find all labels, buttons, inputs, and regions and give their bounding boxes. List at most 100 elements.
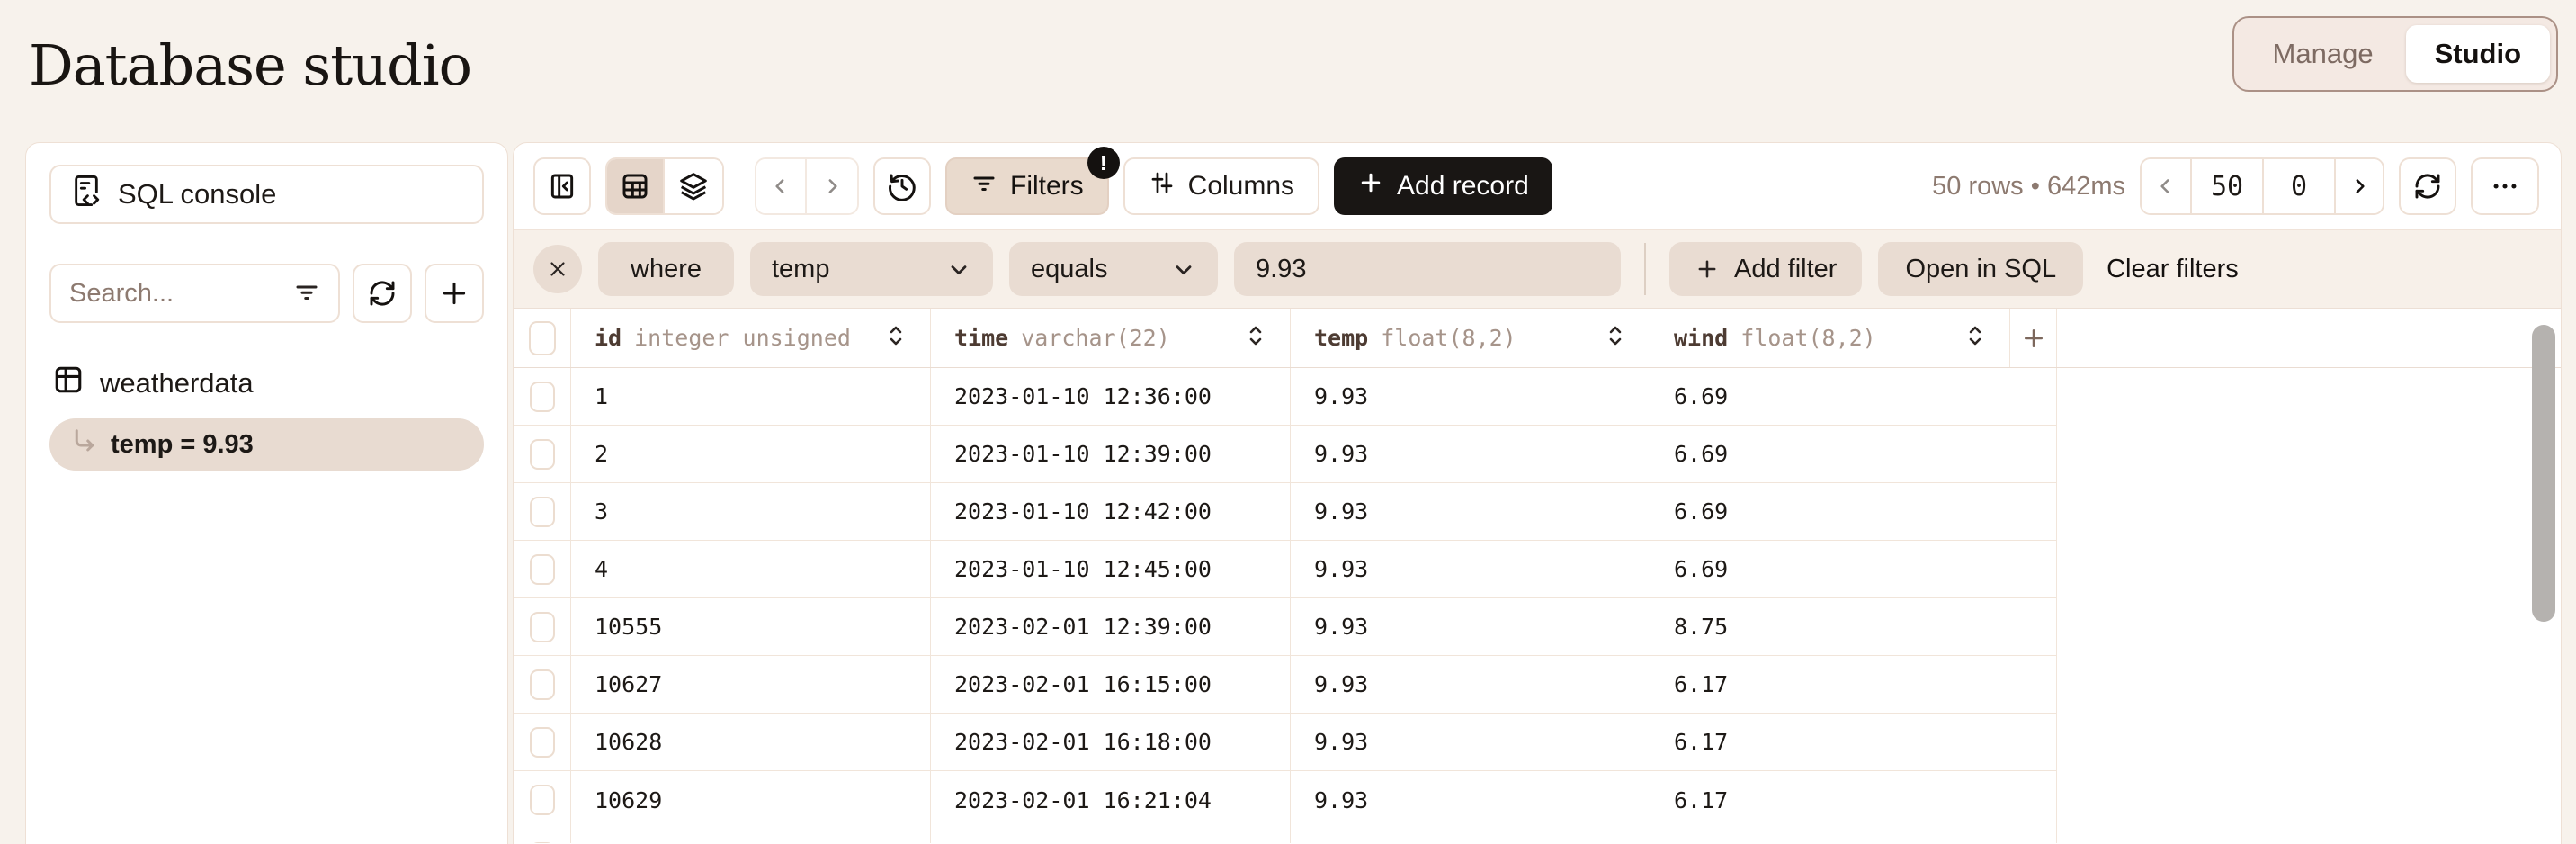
page-title: Database studio bbox=[29, 32, 471, 98]
divider bbox=[1644, 243, 1646, 295]
filter-column-select[interactable]: temp bbox=[750, 242, 993, 296]
cell-wind[interactable]: 6.17 bbox=[1650, 771, 2010, 829]
cell-time[interactable]: 2023-02-01 16:18:00 bbox=[931, 714, 1291, 770]
cell-wind[interactable]: 6.17 bbox=[1650, 714, 2010, 770]
manage-tab[interactable]: Manage bbox=[2241, 38, 2406, 70]
cell-id[interactable]: 3 bbox=[571, 483, 931, 540]
cell-wind[interactable]: 6.69 bbox=[1650, 541, 2010, 597]
more-options-button[interactable] bbox=[2471, 157, 2539, 215]
row-checkbox[interactable] bbox=[530, 554, 555, 585]
next-page-button[interactable] bbox=[2334, 159, 2383, 213]
sort-icon[interactable] bbox=[1605, 322, 1626, 355]
cell-wind[interactable]: 6.69 bbox=[1650, 426, 2010, 482]
table-name-label: weatherdata bbox=[100, 367, 254, 400]
layers-view-button[interactable] bbox=[665, 159, 722, 213]
cell-time[interactable]: 2023-01-10 12:39:00 bbox=[931, 426, 1291, 482]
back-button[interactable] bbox=[756, 159, 807, 213]
active-filter-pill[interactable]: temp = 9.93 bbox=[49, 418, 484, 471]
table-row[interactable]: 10627 2023-02-01 16:15:00 9.93 6.17 bbox=[514, 656, 2056, 714]
cell-time[interactable]: 2023-02-01 16:15:00 bbox=[931, 656, 1291, 713]
open-in-sql-button[interactable]: Open in SQL bbox=[1878, 242, 2083, 296]
column-header[interactable]: id integer unsigned bbox=[571, 309, 931, 367]
cell-time[interactable]: 2023-02-01 16:21:04 bbox=[931, 771, 1291, 829]
cell-time[interactable]: 2023-01-10 12:45:00 bbox=[931, 541, 1291, 597]
filter-operator-value: equals bbox=[1031, 255, 1107, 284]
column-name: temp bbox=[1314, 325, 1368, 351]
page-offset-input[interactable]: 0 bbox=[2262, 159, 2334, 213]
cell-wind[interactable]: 6.69 bbox=[1650, 368, 2010, 425]
row-count-status: 50 rows • 642ms bbox=[1932, 172, 2125, 202]
cell-temp[interactable]: 9.93 bbox=[1291, 771, 1650, 829]
columns-button[interactable]: Columns bbox=[1123, 157, 1319, 215]
column-header[interactable]: time varchar(22) bbox=[931, 309, 1291, 367]
cell-id[interactable]: 10627 bbox=[571, 656, 931, 713]
row-checkbox[interactable] bbox=[530, 382, 555, 412]
filter-operator-select[interactable]: equals bbox=[1009, 242, 1218, 296]
add-column-button[interactable] bbox=[2010, 309, 2057, 367]
history-button[interactable] bbox=[873, 157, 931, 215]
sidebar-item-weatherdata[interactable]: weatherdata bbox=[49, 359, 484, 408]
sort-icon[interactable] bbox=[1964, 322, 1986, 355]
cell-id[interactable]: 1 bbox=[571, 368, 931, 425]
row-checkbox[interactable] bbox=[530, 439, 555, 470]
cell-temp[interactable]: 9.93 bbox=[1291, 598, 1650, 655]
clear-filters-button[interactable]: Clear filters bbox=[2099, 255, 2246, 284]
data-table: id integer unsigned bbox=[514, 309, 2561, 844]
search-input[interactable]: Search... bbox=[49, 264, 340, 323]
table-view-button[interactable] bbox=[607, 159, 665, 213]
table-row[interactable]: 10628 2023-02-01 16:18:00 9.93 6.17 bbox=[514, 714, 2056, 771]
cell-temp[interactable]: 9.93 bbox=[1291, 656, 1650, 713]
table-row[interactable]: 3 2023-01-10 12:42:00 9.93 6.69 bbox=[514, 483, 2056, 541]
table-row[interactable]: 1 2023-01-10 12:36:00 9.93 6.69 bbox=[514, 368, 2056, 426]
sort-icon[interactable] bbox=[1245, 322, 1266, 355]
studio-tab[interactable]: Studio bbox=[2406, 25, 2550, 83]
cell-wind[interactable]: 8.75 bbox=[1650, 598, 2010, 655]
filter-value-input[interactable]: 9.93 bbox=[1234, 242, 1621, 296]
cell-time[interactable]: 2023-01-10 12:42:00 bbox=[931, 483, 1291, 540]
row-checkbox[interactable] bbox=[530, 497, 555, 527]
cell-temp[interactable]: 9.93 bbox=[1291, 426, 1650, 482]
table-row[interactable]: 2 2023-01-10 12:39:00 9.93 6.69 bbox=[514, 426, 2056, 483]
add-record-button[interactable]: Add record bbox=[1334, 157, 1552, 215]
cell-temp[interactable]: 9.93 bbox=[1291, 368, 1650, 425]
add-table-button[interactable] bbox=[425, 264, 484, 323]
column-header[interactable]: wind float(8,2) bbox=[1650, 309, 2010, 367]
table-row[interactable]: 10555 2023-02-01 12:39:00 9.93 8.75 bbox=[514, 598, 2056, 656]
cell-temp[interactable]: 9.93 bbox=[1291, 714, 1650, 770]
collapse-sidebar-button[interactable] bbox=[533, 157, 591, 215]
refresh-tables-button[interactable] bbox=[353, 264, 412, 323]
plus-icon bbox=[1695, 256, 1720, 282]
filters-button[interactable]: Filters ! bbox=[945, 157, 1109, 215]
cell-id[interactable]: 10629 bbox=[571, 771, 931, 829]
row-checkbox[interactable] bbox=[530, 669, 555, 700]
page-size-input[interactable]: 50 bbox=[2190, 159, 2262, 213]
cell-id[interactable]: 10628 bbox=[571, 714, 931, 770]
cell-id[interactable]: 4 bbox=[571, 541, 931, 597]
sort-icon[interactable] bbox=[885, 322, 907, 355]
table-row[interactable]: 4 2023-01-10 12:45:00 9.93 6.69 bbox=[514, 541, 2056, 598]
row-checkbox[interactable] bbox=[530, 785, 555, 815]
cell-time[interactable]: 2023-02-01 12:39:00 bbox=[931, 598, 1291, 655]
row-checkbox[interactable] bbox=[530, 727, 555, 758]
sql-console-icon bbox=[71, 174, 102, 215]
cell-wind[interactable]: 6.17 bbox=[1650, 656, 2010, 713]
select-all-checkbox[interactable] bbox=[529, 321, 556, 355]
refresh-data-button[interactable] bbox=[2399, 157, 2456, 215]
sidebar-search-row: Search... bbox=[49, 264, 484, 323]
cell-time[interactable]: 2023-01-10 12:36:00 bbox=[931, 368, 1291, 425]
vertical-scrollbar[interactable] bbox=[2532, 325, 2555, 622]
cell-id[interactable]: 2 bbox=[571, 426, 931, 482]
filters-badge: ! bbox=[1087, 147, 1120, 179]
row-checkbox[interactable] bbox=[530, 612, 555, 642]
sql-console-button[interactable]: SQL console bbox=[49, 165, 484, 224]
cell-id[interactable]: 10555 bbox=[571, 598, 931, 655]
forward-button[interactable] bbox=[807, 159, 857, 213]
prev-page-button[interactable] bbox=[2142, 159, 2190, 213]
cell-wind[interactable]: 6.69 bbox=[1650, 483, 2010, 540]
column-header[interactable]: temp float(8,2) bbox=[1291, 309, 1650, 367]
cell-temp[interactable]: 9.93 bbox=[1291, 483, 1650, 540]
add-filter-button[interactable]: Add filter bbox=[1669, 242, 1862, 296]
cell-temp[interactable]: 9.93 bbox=[1291, 541, 1650, 597]
table-row[interactable]: 10629 2023-02-01 16:21:04 9.93 6.17 bbox=[514, 771, 2056, 829]
remove-filter-button[interactable] bbox=[533, 245, 582, 293]
